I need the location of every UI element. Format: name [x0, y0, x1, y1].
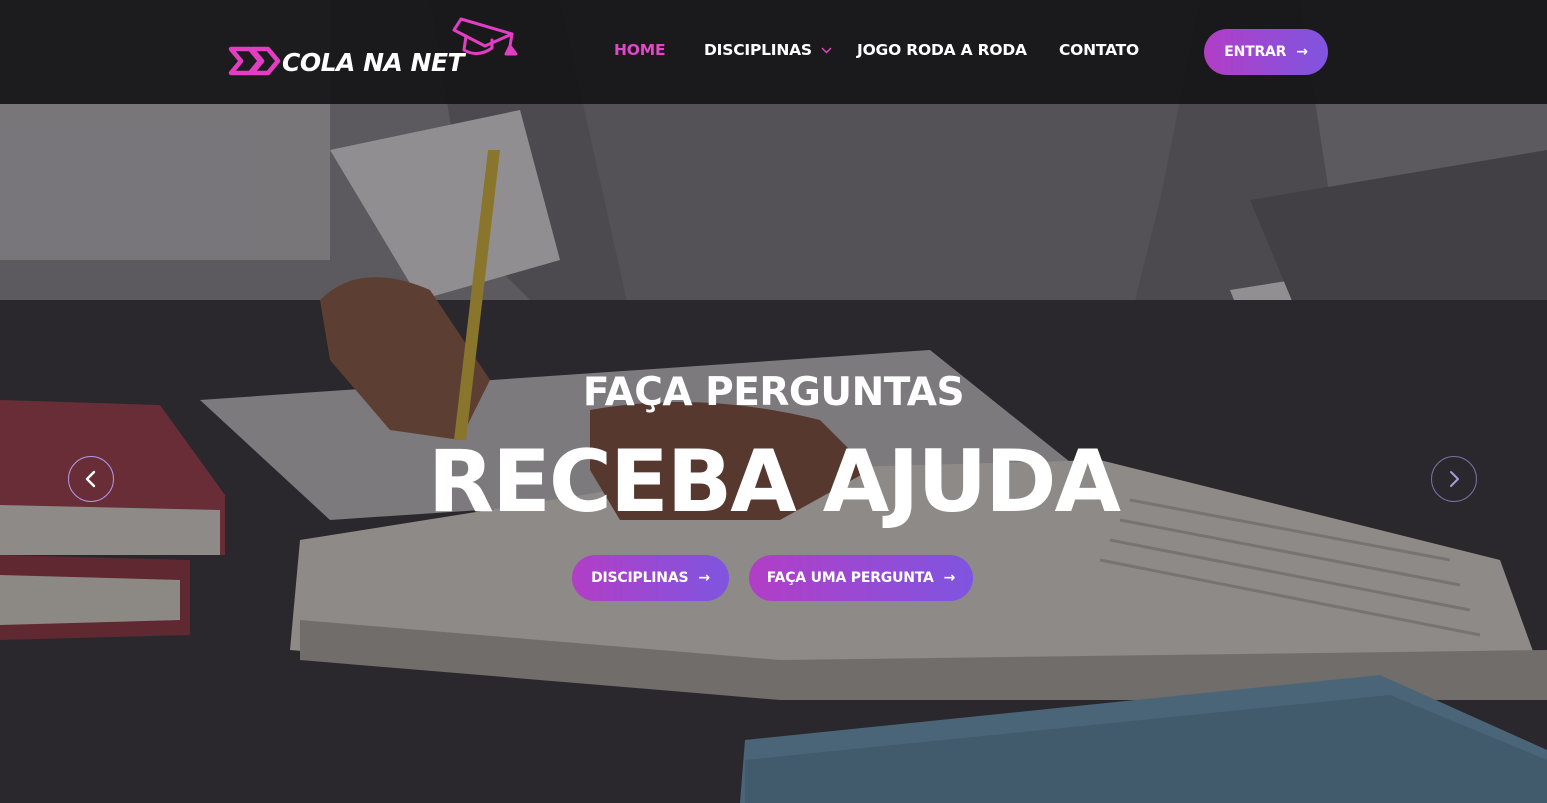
disciplinas-button[interactable]: DISCIPLINAS →	[572, 555, 729, 601]
nav-item-label: JOGO RODA A RODA	[857, 41, 1027, 59]
hero-title: RECEBA AJUDA	[427, 432, 1121, 532]
site-header: COLA NA NET HOME DISCIPLINAS JOGO RODA A…	[0, 0, 1547, 104]
login-button-label: ENTRAR	[1224, 44, 1287, 60]
arrow-right-icon: →	[1296, 44, 1308, 60]
nav-item-label: DISCIPLINAS	[704, 41, 812, 59]
login-button[interactable]: ENTRAR →	[1204, 29, 1328, 75]
arrow-right-icon: →	[698, 570, 710, 586]
hero-subtitle: FAÇA PERGUNTAS	[582, 370, 965, 415]
nav-item-home[interactable]: HOME	[614, 41, 666, 59]
nav-item-contato[interactable]: CONTATO	[1059, 41, 1139, 59]
nav-item-label: HOME	[614, 41, 666, 59]
nav-item-disciplinas[interactable]: DISCIPLINAS	[704, 41, 832, 59]
chevron-down-icon	[821, 47, 832, 54]
disciplinas-button-label: DISCIPLINAS	[591, 570, 689, 586]
ask-question-button-label: FAÇA UMA PERGUNTA	[766, 570, 934, 586]
site-logo[interactable]: COLA NA NET	[228, 16, 518, 82]
carousel-prev-button[interactable]	[68, 456, 114, 502]
chevron-left-icon	[85, 470, 96, 488]
double-chevron-icon	[228, 46, 281, 76]
arrow-right-icon: →	[943, 570, 956, 586]
logo-text: COLA NA NET	[282, 48, 465, 77]
nav-item-jogo-roda-a-roda[interactable]: JOGO RODA A RODA	[857, 41, 1027, 59]
ask-question-button[interactable]: FAÇA UMA PERGUNTA →	[749, 555, 973, 601]
carousel-next-button[interactable]	[1431, 456, 1477, 502]
nav-item-label: CONTATO	[1059, 41, 1140, 59]
chevron-right-icon	[1450, 471, 1459, 487]
